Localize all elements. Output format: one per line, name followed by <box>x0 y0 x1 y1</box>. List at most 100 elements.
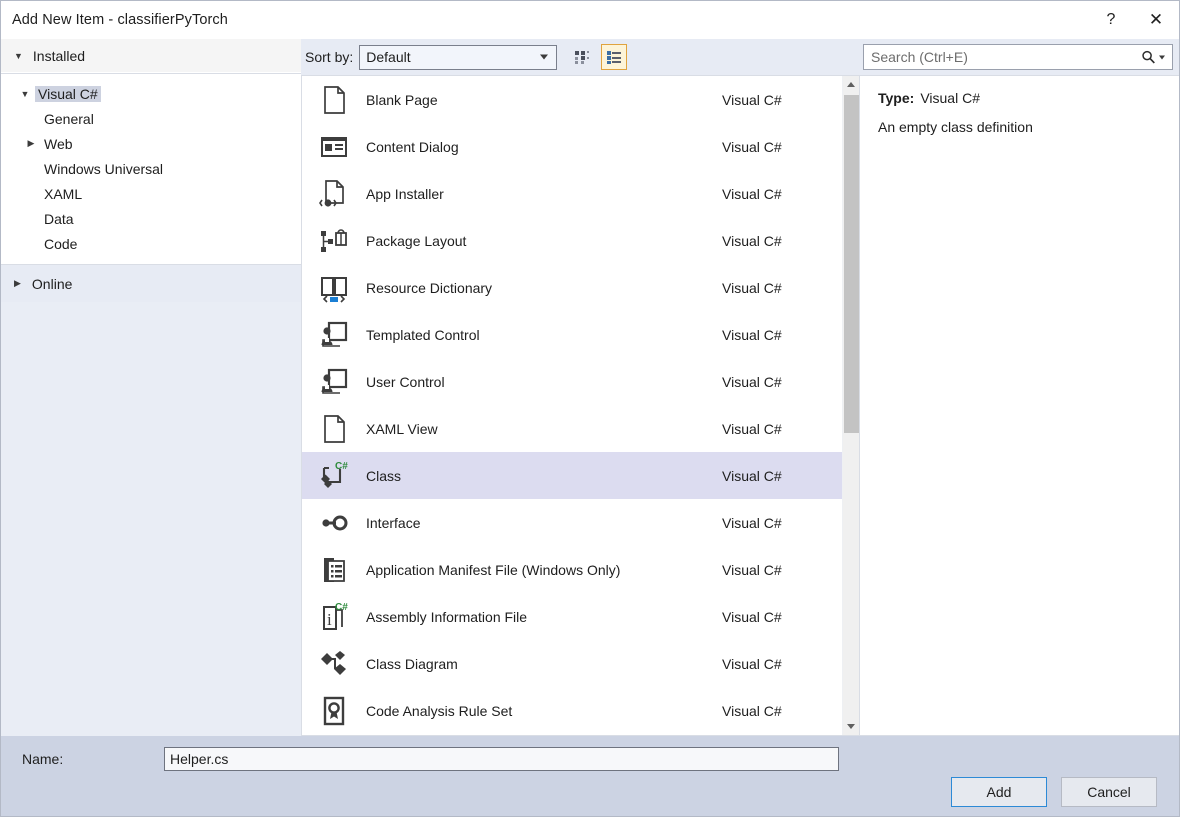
name-input[interactable] <box>170 751 838 767</box>
dialog-title: Add New Item - classifierPyTorch <box>12 12 228 28</box>
template-language: Visual C# <box>722 515 812 531</box>
template-language: Visual C# <box>722 186 812 202</box>
scrollbar-thumb[interactable] <box>844 95 859 433</box>
templates-list-container: Blank PageVisual C#Content DialogVisual … <box>301 75 859 736</box>
grid-view-button[interactable] <box>569 44 595 70</box>
app-installer-icon <box>314 177 354 211</box>
template-language: Visual C# <box>722 656 812 672</box>
class-icon: C# <box>314 459 354 493</box>
template-name: XAML View <box>366 421 722 437</box>
tree-node-code[interactable]: Code <box>1 231 301 256</box>
content-dialog-icon <box>318 131 350 163</box>
scroll-up-button[interactable] <box>843 76 860 93</box>
details-type-value: Visual C# <box>920 90 980 106</box>
view-toggle-group <box>569 44 627 70</box>
template-list-item[interactable]: Blank PageVisual C# <box>302 76 842 123</box>
categories-pane: ▼ Installed ▼Visual C#General▶WebWindows… <box>1 39 301 736</box>
triangle-down-icon[interactable]: ▼ <box>17 89 33 99</box>
sort-by-label: Sort by: <box>305 49 353 65</box>
online-group-header[interactable]: ▶ Online <box>1 265 301 302</box>
close-button[interactable]: ✕ <box>1133 1 1179 39</box>
add-button[interactable]: Add <box>951 777 1047 807</box>
template-name: Class <box>366 468 722 484</box>
template-name: Package Layout <box>366 233 722 249</box>
tree-node-general[interactable]: General <box>1 106 301 131</box>
assembly-info-icon: iC# <box>314 600 354 634</box>
tree-node-label: Visual C# <box>35 86 101 102</box>
template-list-item[interactable]: Package LayoutVisual C# <box>302 217 842 264</box>
template-name: Assembly Information File <box>366 609 722 625</box>
template-name: Templated Control <box>366 327 722 343</box>
details-description: An empty class definition <box>878 119 1163 135</box>
tree-node-xaml[interactable]: XAML <box>1 181 301 206</box>
sort-by-value: Default <box>366 49 410 65</box>
details-pane: Type:Visual C# An empty class definition <box>859 39 1179 736</box>
triangle-down-icon: ▼ <box>14 51 23 61</box>
sort-by-dropdown[interactable]: Default <box>359 45 557 70</box>
cancel-button[interactable]: Cancel <box>1061 777 1157 807</box>
package-layout-icon <box>318 225 350 257</box>
template-name: Application Manifest File (Windows Only) <box>366 562 722 578</box>
chevron-down-icon <box>540 55 548 60</box>
assembly-info-icon: iC# <box>318 601 350 633</box>
tree-node-windows-universal[interactable]: Windows Universal <box>1 156 301 181</box>
template-list-item[interactable]: Application Manifest File (Windows Only)… <box>302 546 842 593</box>
search-icon-group[interactable] <box>1141 50 1165 65</box>
list-view-button[interactable] <box>601 44 627 70</box>
template-language: Visual C# <box>722 468 812 484</box>
triangle-down-icon <box>847 724 855 729</box>
template-list-item[interactable]: InterfaceVisual C# <box>302 499 842 546</box>
name-label: Name: <box>22 751 164 767</box>
template-list-item[interactable]: Class DiagramVisual C# <box>302 640 842 687</box>
user-control-icon <box>318 366 350 398</box>
installed-group-header[interactable]: ▼ Installed <box>1 39 301 73</box>
search-input[interactable] <box>871 49 1172 65</box>
xaml-view-icon <box>318 413 350 445</box>
details-type-row: Type:Visual C# <box>878 90 1163 106</box>
template-list-item[interactable]: Resource DictionaryVisual C# <box>302 264 842 311</box>
template-list-item[interactable]: User ControlVisual C# <box>302 358 842 405</box>
help-button[interactable]: ? <box>1089 1 1133 39</box>
template-language: Visual C# <box>722 421 812 437</box>
scrollbar-track[interactable] <box>843 93 860 718</box>
template-list-item[interactable]: Code Analysis Rule SetVisual C# <box>302 687 842 734</box>
templates-scrollbar[interactable] <box>842 76 859 735</box>
window-controls: ? ✕ <box>1089 1 1179 39</box>
triangle-right-icon[interactable]: ▶ <box>23 138 39 149</box>
app-manifest-icon <box>314 553 354 587</box>
template-list-item[interactable]: App InstallerVisual C# <box>302 170 842 217</box>
template-list-item[interactable]: Templated ControlVisual C# <box>302 311 842 358</box>
class-diagram-icon <box>314 647 354 681</box>
category-tree: ▼Visual C#General▶WebWindows UniversalXA… <box>1 73 301 265</box>
footer-buttons: Add Cancel <box>951 777 1157 807</box>
template-list-item[interactable]: C# ClassVisual C# <box>302 452 842 499</box>
tree-node-data[interactable]: Data <box>1 206 301 231</box>
tree-node-web[interactable]: ▶Web <box>1 131 301 156</box>
blank-page-icon <box>318 84 350 116</box>
template-list-item[interactable]: iC#Assembly Information FileVisual C# <box>302 593 842 640</box>
templates-toolbar: Sort by: Default <box>301 39 859 75</box>
interface-icon <box>318 507 350 539</box>
name-row: Name: <box>1 736 1179 771</box>
online-label: Online <box>32 276 72 292</box>
template-name: Class Diagram <box>366 656 722 672</box>
tree-node-label: XAML <box>41 186 85 202</box>
tree-node-label: Web <box>41 136 76 152</box>
template-language: Visual C# <box>722 233 812 249</box>
name-field-wrapper[interactable] <box>164 747 839 771</box>
interface-icon <box>314 506 354 540</box>
add-new-item-dialog: Add New Item - classifierPyTorch ? ✕ ▼ I… <box>0 0 1180 817</box>
chevron-down-icon[interactable] <box>1159 55 1165 59</box>
svg-text:C#: C# <box>335 461 348 472</box>
template-language: Visual C# <box>722 374 812 390</box>
template-list-item[interactable]: XAML ViewVisual C# <box>302 405 842 452</box>
scroll-down-button[interactable] <box>843 718 860 735</box>
template-name: Code Analysis Rule Set <box>366 703 722 719</box>
template-language: Visual C# <box>722 327 812 343</box>
tree-node-visual-c[interactable]: ▼Visual C# <box>1 81 301 106</box>
template-language: Visual C# <box>722 139 812 155</box>
template-list-item[interactable]: Content DialogVisual C# <box>302 123 842 170</box>
class-diagram-icon <box>318 648 350 680</box>
user-control-icon <box>314 365 354 399</box>
search-box[interactable] <box>863 44 1173 70</box>
